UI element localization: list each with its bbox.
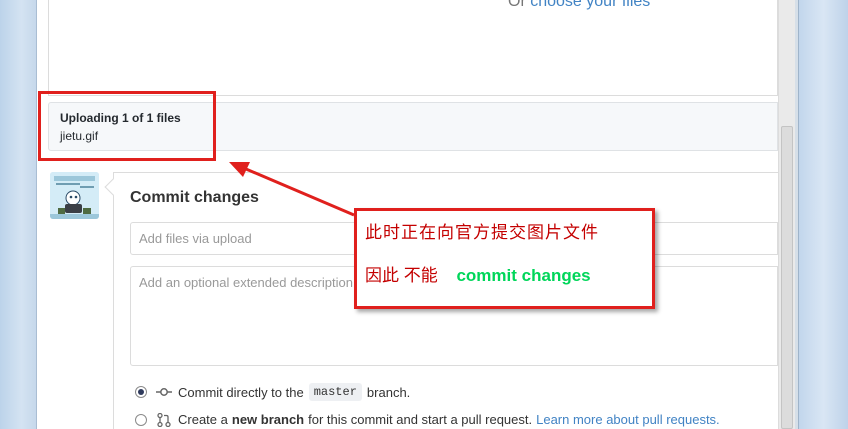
branch-name: master — [308, 383, 362, 401]
new-branch-bold: new branch — [231, 412, 305, 427]
git-commit-icon — [156, 385, 172, 399]
new-branch-option[interactable]: Create a new branch for this commit and … — [135, 412, 720, 427]
learn-more-link[interactable]: Learn more about pull requests. — [536, 412, 720, 427]
commit-direct-option[interactable]: Commit directly to the master branch. — [135, 383, 410, 401]
annotation-highlight: commit changes — [456, 266, 591, 285]
scrollbar-thumb[interactable] — [781, 126, 793, 429]
dropzone-text: Or choose your files — [508, 0, 650, 11]
commit-direct-suffix: branch. — [366, 384, 411, 400]
new-branch-radio[interactable] — [135, 413, 147, 426]
annotation-line-2-prefix: 因此 不能 — [365, 266, 438, 285]
commit-direct-prefix: Commit directly to the — [178, 384, 304, 400]
commit-title: Commit changes — [130, 189, 259, 206]
or-label: Or — [508, 0, 526, 10]
new-branch-prefix: Create a — [178, 412, 228, 427]
annotation-highlight-box — [38, 91, 216, 161]
vertical-scrollbar[interactable] — [778, 0, 795, 429]
window-left-frame — [0, 0, 37, 429]
git-pull-request-icon — [156, 412, 172, 427]
annotation-line-2: 因此 不能 commit changes — [365, 261, 591, 286]
file-dropzone[interactable]: Or choose your files — [48, 0, 778, 96]
new-branch-suffix: for this commit and start a pull request… — [308, 412, 533, 427]
annotation-callout: 此时正在向官方提交图片文件 因此 不能 commit changes — [354, 208, 655, 309]
annotation-line-1: 此时正在向官方提交图片文件 — [365, 223, 599, 242]
window-right-frame — [798, 0, 848, 429]
choose-files-link[interactable]: choose your files — [530, 0, 650, 10]
user-avatar[interactable] — [50, 172, 99, 219]
commit-direct-radio[interactable] — [135, 386, 147, 398]
